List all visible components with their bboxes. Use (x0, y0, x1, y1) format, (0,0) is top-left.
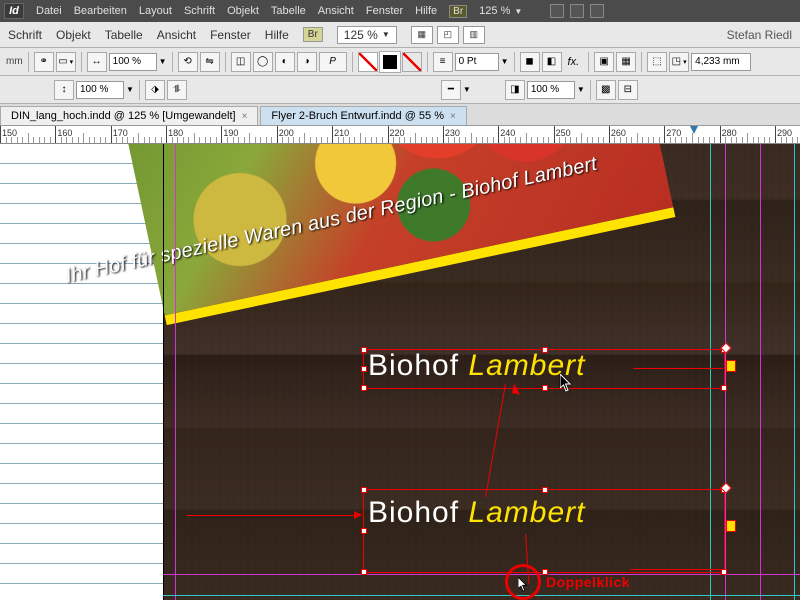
slug-guide-right[interactable] (794, 144, 795, 600)
menu-bearbeiten[interactable]: Bearbeiten (74, 3, 127, 19)
menu2-objekt[interactable]: Objekt (56, 28, 91, 42)
selection-frame-2[interactable] (363, 489, 725, 573)
paragraph-style-icon[interactable]: P (319, 52, 347, 72)
tab-din-lang-hoch[interactable]: DIN_lang_hoch.indd @ 125 % [Umgewandelt]… (0, 106, 258, 125)
menu-objekt[interactable]: Objekt (227, 3, 259, 19)
menu-ansicht[interactable]: Ansicht (318, 3, 354, 19)
bleed-guide-right[interactable] (760, 144, 761, 600)
menu-bar-secondary: Schrift Objekt Tabelle Ansicht Fenster H… (0, 22, 800, 48)
bridge-badge-icon[interactable]: Br (449, 5, 467, 18)
close-icon[interactable]: × (242, 111, 248, 122)
user-name: Stefan Riedl (727, 28, 792, 42)
menu-hilfe[interactable]: Hilfe (415, 3, 437, 19)
screen-mode-icon[interactable]: ◰ (437, 26, 459, 44)
margin-guide-left[interactable] (175, 144, 176, 600)
mouse-cursor-small-icon (518, 577, 528, 591)
zoom-level-input[interactable]: 125 %▼ (337, 26, 397, 44)
link-icon[interactable]: ⚭ (34, 52, 54, 72)
blend-mode-icon[interactable]: ◨ (505, 80, 525, 100)
stroke-weight-input[interactable] (455, 53, 499, 71)
scale-x-icon: ↔ (87, 52, 107, 72)
flip-v-icon[interactable]: ⥮ (167, 80, 187, 100)
corner-shape-icon[interactable]: ◳ (669, 52, 689, 72)
flip-h-icon[interactable]: ⇋ (200, 52, 220, 72)
text-wrap-shape-icon[interactable]: ▩ (596, 80, 616, 100)
rotate-icon[interactable]: ⟲ (178, 52, 198, 72)
menu-schrift[interactable]: Schrift (184, 3, 215, 19)
fill-swatch-icon[interactable] (358, 52, 378, 72)
tab-label: Flyer 2-Bruch Entwurf.indd @ 55 % (271, 110, 444, 122)
control-panel-row1: mm ⚭ ▭ ↔ ▼ ⟲ ⇋ ◫ ◯ ◐ ◑ P ≡ ▼ ◼ ◧ fx. ▣ ▦… (0, 48, 800, 76)
fx-button[interactable]: fx. (564, 56, 584, 68)
app-bar: Id Datei Bearbeiten Layout Schrift Objek… (0, 0, 800, 22)
opacity-icon[interactable]: ◧ (542, 52, 562, 72)
view-mode-icon-1[interactable] (550, 4, 564, 18)
annotation-line (633, 368, 723, 369)
menu2-fenster[interactable]: Fenster (210, 28, 251, 42)
stroke-weight-icon: ≡ (433, 52, 453, 72)
annotation-diagonal-arrow (512, 383, 522, 394)
drop-shadow-icon[interactable]: ◼ (520, 52, 540, 72)
annotation-line-2 (630, 569, 725, 570)
control-panel-row2: ↕ ▼ ⬗ ⥮ ━ ▼ ◨ ▼ ▩ ⊟ (0, 76, 800, 104)
stroke-swatch-icon[interactable] (380, 52, 400, 72)
lined-paper-guide (0, 144, 163, 600)
unit-label: mm (4, 56, 23, 67)
selection-frame-1[interactable] (363, 349, 725, 389)
document-tab-bar: DIN_lang_hoch.indd @ 125 % [Umgewandelt]… (0, 104, 800, 126)
zoom-level-top[interactable]: 125 % ▼ (479, 5, 522, 17)
annotation-arrow-left (186, 515, 361, 516)
scale-x-input[interactable] (109, 53, 157, 71)
menu-datei[interactable]: Datei (36, 3, 62, 19)
text-wrap-jump-icon[interactable]: ⊟ (618, 80, 638, 100)
corner-options-icon[interactable]: ⬚ (647, 52, 667, 72)
menu-layout[interactable]: Layout (139, 3, 172, 19)
sel-next-icon[interactable]: ◑ (297, 52, 317, 72)
doppelklick-label: Doppelklick (546, 574, 630, 590)
opacity-input[interactable] (527, 81, 575, 99)
corner-radius-input[interactable] (691, 53, 751, 71)
workspace-icons (550, 4, 604, 18)
overset-text-icon[interactable] (726, 520, 736, 532)
ruler-horizontal[interactable]: 1501601701801902002102202302402502602702… (0, 126, 800, 144)
stroke-style-icon[interactable]: ━ (441, 80, 461, 100)
menu2-hilfe[interactable]: Hilfe (265, 28, 289, 42)
arrange-docs-icon[interactable]: ▥ (463, 26, 485, 44)
view-mode-icon-2[interactable] (570, 4, 584, 18)
sel-container-icon[interactable]: ◫ (231, 52, 251, 72)
menu-fenster[interactable]: Fenster (366, 3, 403, 19)
text-wrap-bound-icon[interactable]: ▦ (616, 52, 636, 72)
page-edge-guide (163, 144, 164, 600)
scale-y-icon: ↕ (54, 80, 74, 100)
tab-label: DIN_lang_hoch.indd @ 125 % [Umgewandelt] (11, 110, 236, 122)
menu2-schrift[interactable]: Schrift (8, 28, 42, 42)
mouse-cursor-icon (560, 374, 572, 392)
page-guide-bottom[interactable] (163, 595, 800, 596)
sel-content-icon[interactable]: ◯ (253, 52, 273, 72)
menu2-tabelle[interactable]: Tabelle (105, 28, 143, 42)
constrain-icon[interactable]: ▭ (56, 52, 76, 72)
arrange-icon[interactable] (590, 4, 604, 18)
view-mode-a-icon[interactable]: ▦ (411, 26, 433, 44)
close-icon[interactable]: × (450, 111, 456, 122)
view-layout-icons: ▦ ◰ ▥ (411, 26, 485, 44)
menu-tabelle[interactable]: Tabelle (271, 3, 306, 19)
sel-prev-icon[interactable]: ◐ (275, 52, 295, 72)
app-logo: Id (4, 3, 24, 19)
overset-text-icon[interactable] (726, 360, 736, 372)
document-canvas[interactable]: Ihr Hof für spezielle Waren aus der Regi… (0, 144, 800, 600)
scale-y-input[interactable] (76, 81, 124, 99)
margin-guide-bottom[interactable] (163, 574, 800, 575)
menu2-ansicht[interactable]: Ansicht (157, 28, 196, 42)
shear-icon[interactable]: ⬗ (145, 80, 165, 100)
none-swatch-icon[interactable] (402, 52, 422, 72)
text-wrap-none-icon[interactable]: ▣ (594, 52, 614, 72)
bridge-badge-2-icon[interactable]: Br (303, 27, 323, 42)
tab-flyer-2-bruch[interactable]: Flyer 2-Bruch Entwurf.indd @ 55 % × (260, 106, 466, 125)
